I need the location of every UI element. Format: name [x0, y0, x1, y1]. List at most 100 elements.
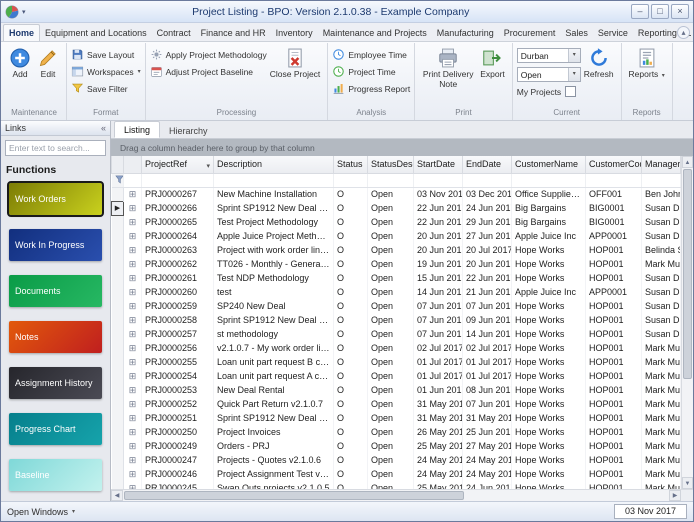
chevron-down-icon[interactable]: ▾	[72, 508, 75, 515]
filter-funnel-icon[interactable]	[112, 173, 124, 187]
adjust-project-baseline-button[interactable]: Adjust Project Baseline	[150, 65, 267, 78]
column-header-startdate[interactable]: StartDate	[414, 156, 463, 173]
scroll-up-button[interactable]: ▲	[682, 156, 693, 168]
row-expand-button[interactable]: ⊞	[124, 425, 142, 439]
function-tile-work-in-progress[interactable]: Work In Progress	[9, 229, 102, 261]
row-expand-button[interactable]: ⊞	[124, 257, 142, 271]
ribbon-tab-service[interactable]: Service	[593, 25, 633, 41]
workspaces-button[interactable]: Workspaces ▾	[71, 65, 141, 78]
scroll-down-button[interactable]: ▼	[682, 477, 693, 489]
status-date[interactable]: 03 Nov 2017	[614, 504, 687, 519]
filter-cell-customercode[interactable]	[586, 173, 642, 187]
row-expand-button[interactable]: ⊞	[124, 299, 142, 313]
edit-button[interactable]: Edit	[34, 45, 62, 82]
column-header-status[interactable]: Status	[334, 156, 368, 173]
vertical-scroll-track[interactable]	[682, 168, 693, 477]
table-row[interactable]: ⊞PRJ0000245Swap Outs projects v2.1.0.5OO…	[112, 481, 681, 489]
row-expand-button[interactable]: ⊞	[124, 201, 142, 215]
ribbon-tab-reporting[interactable]: Reporting	[633, 25, 682, 41]
open-windows-button[interactable]: Open Windows	[7, 507, 68, 517]
filter-cell-description[interactable]	[214, 173, 334, 187]
row-expand-button[interactable]: ⊞	[124, 369, 142, 383]
row-expand-button[interactable]: ⊞	[124, 243, 142, 257]
column-header-enddate[interactable]: EndDate	[463, 156, 512, 173]
function-tile-assignment-history[interactable]: Assignment History	[9, 367, 102, 399]
filter-cell-customername[interactable]	[512, 173, 586, 187]
horizontal-scroll-thumb[interactable]	[124, 491, 464, 500]
row-expand-button[interactable]: ⊞	[124, 313, 142, 327]
reports-button[interactable]: Reports ▾	[626, 45, 668, 82]
horizontal-scrollbar[interactable]: ◀ ▶	[111, 489, 693, 501]
table-row[interactable]: ⊞PRJ0000251Sprint SP1912 New Deal SaleOO…	[112, 411, 681, 425]
table-row[interactable]: ⊞PRJ0000256v2.1.0.7 - My work order link…	[112, 341, 681, 355]
column-header-statusdesc[interactable]: StatusDesc	[368, 156, 414, 173]
scroll-left-button[interactable]: ◀	[111, 490, 123, 501]
ribbon-tab-inventory[interactable]: Inventory	[271, 25, 318, 41]
row-expand-button[interactable]: ⊞	[124, 271, 142, 285]
column-header-managername[interactable]: ManagerName	[642, 156, 681, 173]
filter-cell-managername[interactable]	[642, 173, 681, 187]
table-row[interactable]: ⊞PRJ0000260testOOpen14 Jun 201721 Jun 20…	[112, 285, 681, 299]
ribbon-collapse-icon[interactable]: ▴	[677, 26, 690, 39]
group-by-panel[interactable]: Drag a column header here to group by th…	[111, 139, 693, 156]
ribbon-tab-contract[interactable]: Contract	[152, 25, 196, 41]
column-filter-dropdown-icon[interactable]: ▾	[206, 162, 210, 170]
table-row[interactable]: ⊞PRJ0000257st methodologyOOpen07 Jun 201…	[112, 327, 681, 341]
filter-cell-status[interactable]	[334, 173, 368, 187]
table-row[interactable]: ⊞PRJ0000258Sprint SP1912 New Deal SaleOO…	[112, 313, 681, 327]
scroll-right-button[interactable]: ▶	[669, 490, 681, 501]
project-time-button[interactable]: Project Time	[332, 65, 410, 78]
panel-collapse-icon[interactable]: «	[101, 124, 106, 133]
table-row[interactable]: ▶⊞PRJ0000266Sprint SP1912 New Deal SaleO…	[112, 201, 681, 215]
function-tile-progress-chart[interactable]: Progress Chart	[9, 413, 102, 445]
vertical-scrollbar[interactable]: ▲ ▼	[681, 156, 693, 489]
ribbon-tab-finance-and-hr[interactable]: Finance and HR	[196, 25, 271, 41]
row-expand-button[interactable]: ⊞	[124, 341, 142, 355]
row-expand-button[interactable]: ⊞	[124, 467, 142, 481]
view-tab-listing[interactable]: Listing	[114, 121, 160, 138]
table-row[interactable]: ⊞PRJ0000259SP240 New DealOOpen07 Jun 201…	[112, 299, 681, 313]
row-expand-button[interactable]: ⊞	[124, 327, 142, 341]
save-filter-button[interactable]: Save Filter	[71, 82, 141, 95]
status-select[interactable]: Open ▾	[517, 67, 581, 82]
table-row[interactable]: ⊞PRJ0000247Projects - Quotes v2.1.0.6OOp…	[112, 453, 681, 467]
filter-cell-enddate[interactable]	[463, 173, 512, 187]
close-button[interactable]: ×	[671, 4, 689, 19]
table-row[interactable]: ⊞PRJ0000250Project InvoicesOOpen26 May 2…	[112, 425, 681, 439]
row-expand-button[interactable]: ⊞	[124, 453, 142, 467]
table-row[interactable]: ⊞PRJ0000261Test NDP MethodologyOOpen15 J…	[112, 271, 681, 285]
table-row[interactable]: ⊞PRJ0000267New Machine InstallationOOpen…	[112, 187, 681, 201]
close-project-button[interactable]: Close Project	[267, 45, 324, 82]
table-row[interactable]: ⊞PRJ0000254Loan unit part request A clas…	[112, 369, 681, 383]
refresh-button[interactable]: Refresh	[581, 45, 617, 82]
row-expand-button[interactable]: ⊞	[124, 187, 142, 201]
function-tile-documents[interactable]: Documents	[9, 275, 102, 307]
row-expand-button[interactable]: ⊞	[124, 285, 142, 299]
ribbon-tab-sales[interactable]: Sales	[560, 25, 593, 41]
ribbon-tab-equipment-and-locations[interactable]: Equipment and Locations	[40, 25, 152, 41]
my-projects-checkbox[interactable]	[565, 86, 576, 97]
filter-cell-startdate[interactable]	[414, 173, 463, 187]
function-tile-notes[interactable]: Notes	[9, 321, 102, 353]
row-expand-button[interactable]: ⊞	[124, 397, 142, 411]
column-header-customername[interactable]: CustomerName	[512, 156, 586, 173]
ribbon-tab-procurement[interactable]: Procurement	[499, 25, 561, 41]
row-expand-button[interactable]: ⊞	[124, 383, 142, 397]
export-button[interactable]: Export	[477, 45, 508, 82]
column-header-projectref[interactable]: ProjectRef▾	[142, 156, 214, 173]
view-tab-hierarchy[interactable]: Hierarchy	[160, 123, 217, 138]
table-row[interactable]: ⊞PRJ0000253New Deal RentalOOpen01 Jun 20…	[112, 383, 681, 397]
column-header-description[interactable]: Description	[214, 156, 334, 173]
table-row[interactable]: ⊞PRJ0000263Project with work order linke…	[112, 243, 681, 257]
filter-cell-projectref[interactable]	[142, 173, 214, 187]
employee-time-button[interactable]: Employee Time	[332, 48, 410, 61]
row-expand-button[interactable]: ⊞	[124, 439, 142, 453]
row-expand-button[interactable]: ⊞	[124, 355, 142, 369]
minimize-button[interactable]: –	[631, 4, 649, 19]
table-row[interactable]: ⊞PRJ0000262TT026 - Monthly - Generate Pr…	[112, 257, 681, 271]
row-expand-button[interactable]: ⊞	[124, 411, 142, 425]
my-projects-checkbox-row[interactable]: My Projects	[517, 86, 581, 97]
progress-report-button[interactable]: Progress Report	[332, 82, 410, 95]
table-row[interactable]: ⊞PRJ0000252Quick Part Return v2.1.0.7OOp…	[112, 397, 681, 411]
function-tile-baseline[interactable]: Baseline	[9, 459, 102, 491]
